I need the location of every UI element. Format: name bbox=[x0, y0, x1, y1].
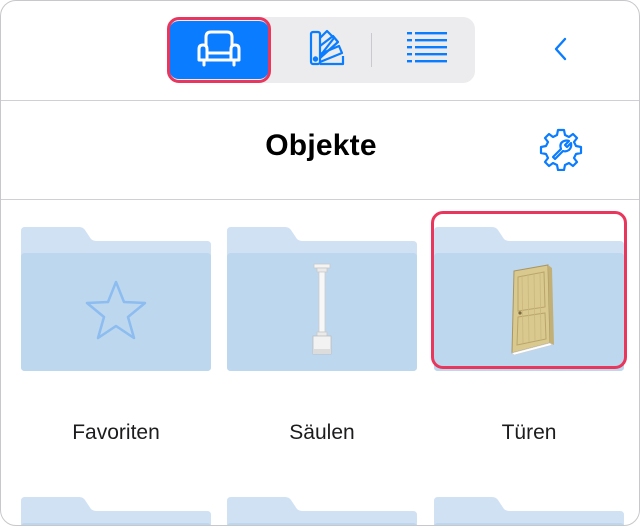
settings-button[interactable] bbox=[537, 127, 585, 175]
back-button[interactable] bbox=[541, 31, 581, 71]
swatches-icon bbox=[305, 26, 349, 75]
gear-wrench-icon bbox=[539, 127, 583, 176]
segment-list-button[interactable] bbox=[379, 21, 475, 79]
star-icon bbox=[83, 279, 149, 346]
folder-favoriten[interactable]: Favoriten bbox=[21, 223, 211, 453]
folder-label: Säulen bbox=[289, 421, 355, 444]
armchair-icon bbox=[196, 28, 242, 73]
app-frame: Objekte Favoriten Säulen Türen bbox=[0, 0, 640, 526]
chevron-left-icon bbox=[551, 35, 571, 68]
toolbar-divider bbox=[1, 100, 639, 101]
folder-icon bbox=[434, 497, 624, 525]
segment-divider bbox=[371, 33, 372, 67]
folder-label: Türen bbox=[501, 421, 557, 444]
folder-label: Favoriten bbox=[72, 421, 160, 444]
toolbar bbox=[1, 1, 639, 101]
segment-objects-button[interactable] bbox=[169, 21, 269, 79]
view-segmented-control bbox=[167, 17, 475, 83]
folder-tueren[interactable]: Türen bbox=[434, 223, 624, 453]
folder-saeulen[interactable]: Säulen bbox=[227, 223, 417, 453]
list-icon bbox=[405, 29, 449, 72]
folder-icon bbox=[21, 497, 211, 525]
header-divider bbox=[1, 199, 639, 200]
door-icon bbox=[504, 263, 556, 360]
folder-icon bbox=[227, 497, 417, 525]
segment-materials-button[interactable] bbox=[279, 21, 375, 79]
column-icon bbox=[309, 263, 335, 362]
